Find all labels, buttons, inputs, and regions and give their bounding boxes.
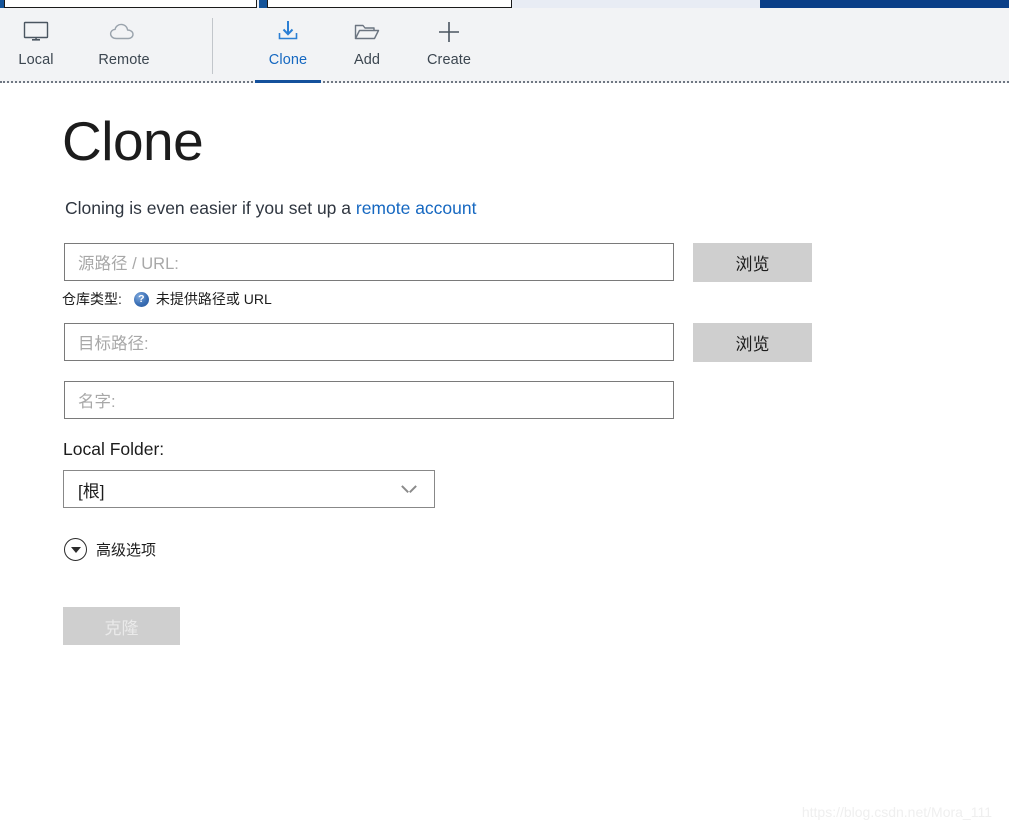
- toolbar-item-create[interactable]: Create: [407, 8, 491, 83]
- watermark: https://blog.csdn.net/Mora_111: [801, 804, 992, 820]
- plus-icon: [437, 17, 461, 47]
- browser-tab-strip: [0, 0, 1009, 8]
- tab-item-4-underline: [760, 0, 1009, 8]
- toolbar-divider: [212, 18, 213, 74]
- tab-edge-mid: [259, 0, 267, 8]
- page-title: Clone: [62, 110, 204, 172]
- tab-item-1[interactable]: [4, 0, 257, 8]
- page-subtitle: Cloning is even easier if you set up a r…: [65, 198, 477, 219]
- clone-page: Clone Cloning is even easier if you set …: [0, 85, 1009, 835]
- source-path-input[interactable]: 源路径 / URL:: [64, 243, 674, 281]
- source-browse-button[interactable]: 浏览: [693, 243, 812, 282]
- toolbar-item-add-label: Add: [353, 52, 381, 68]
- toolbar-item-local[interactable]: Local: [0, 8, 72, 83]
- local-folder-selected-value: [根]: [78, 481, 105, 501]
- toolbar-item-clone-label: Clone: [268, 52, 308, 68]
- repository-type-status: 未提供路径或 URL: [155, 291, 272, 307]
- name-input[interactable]: 名字:: [64, 381, 674, 419]
- target-path-input[interactable]: 目标路径:: [64, 323, 674, 361]
- toolbar-active-underline: [255, 80, 321, 83]
- help-question-icon[interactable]: ?: [133, 291, 149, 307]
- toolbar-item-add[interactable]: Add: [327, 8, 407, 83]
- toolbar-item-clone[interactable]: Clone: [249, 8, 327, 83]
- advanced-options-label: 高级选项: [96, 542, 157, 559]
- toolbar-items: Local Remote Clone Add Create: [0, 8, 491, 83]
- clone-submit-button[interactable]: 克隆: [63, 607, 180, 645]
- repository-type-label: 仓库类型:: [62, 291, 122, 307]
- cloud-icon: [109, 17, 139, 47]
- monitor-icon: [23, 17, 49, 47]
- local-folder-label: Local Folder:: [63, 439, 165, 459]
- chevron-down-icon: [402, 485, 416, 494]
- clone-download-icon: [275, 17, 301, 47]
- advanced-options-toggle[interactable]: 高级选项: [64, 538, 156, 561]
- chevron-down-circle-icon: [64, 538, 87, 561]
- folder-icon: [353, 17, 381, 47]
- subtitle-text: Cloning is even easier if you set up a: [65, 198, 356, 218]
- remote-account-link[interactable]: remote account: [356, 198, 477, 218]
- toolbar-item-local-label: Local: [18, 52, 54, 68]
- target-browse-button[interactable]: 浏览: [693, 323, 812, 362]
- repository-type-row: 仓库类型: ? 未提供路径或 URL: [62, 289, 272, 309]
- main-toolbar: Local Remote Clone Add Create: [0, 8, 1009, 83]
- tab-item-2[interactable]: [267, 0, 512, 8]
- toolbar-item-create-label: Create: [426, 52, 472, 68]
- toolbar-item-remote[interactable]: Remote: [72, 8, 176, 83]
- tab-item-3[interactable]: [514, 0, 760, 8]
- local-folder-select[interactable]: [根]: [63, 470, 435, 508]
- toolbar-item-remote-label: Remote: [98, 52, 150, 68]
